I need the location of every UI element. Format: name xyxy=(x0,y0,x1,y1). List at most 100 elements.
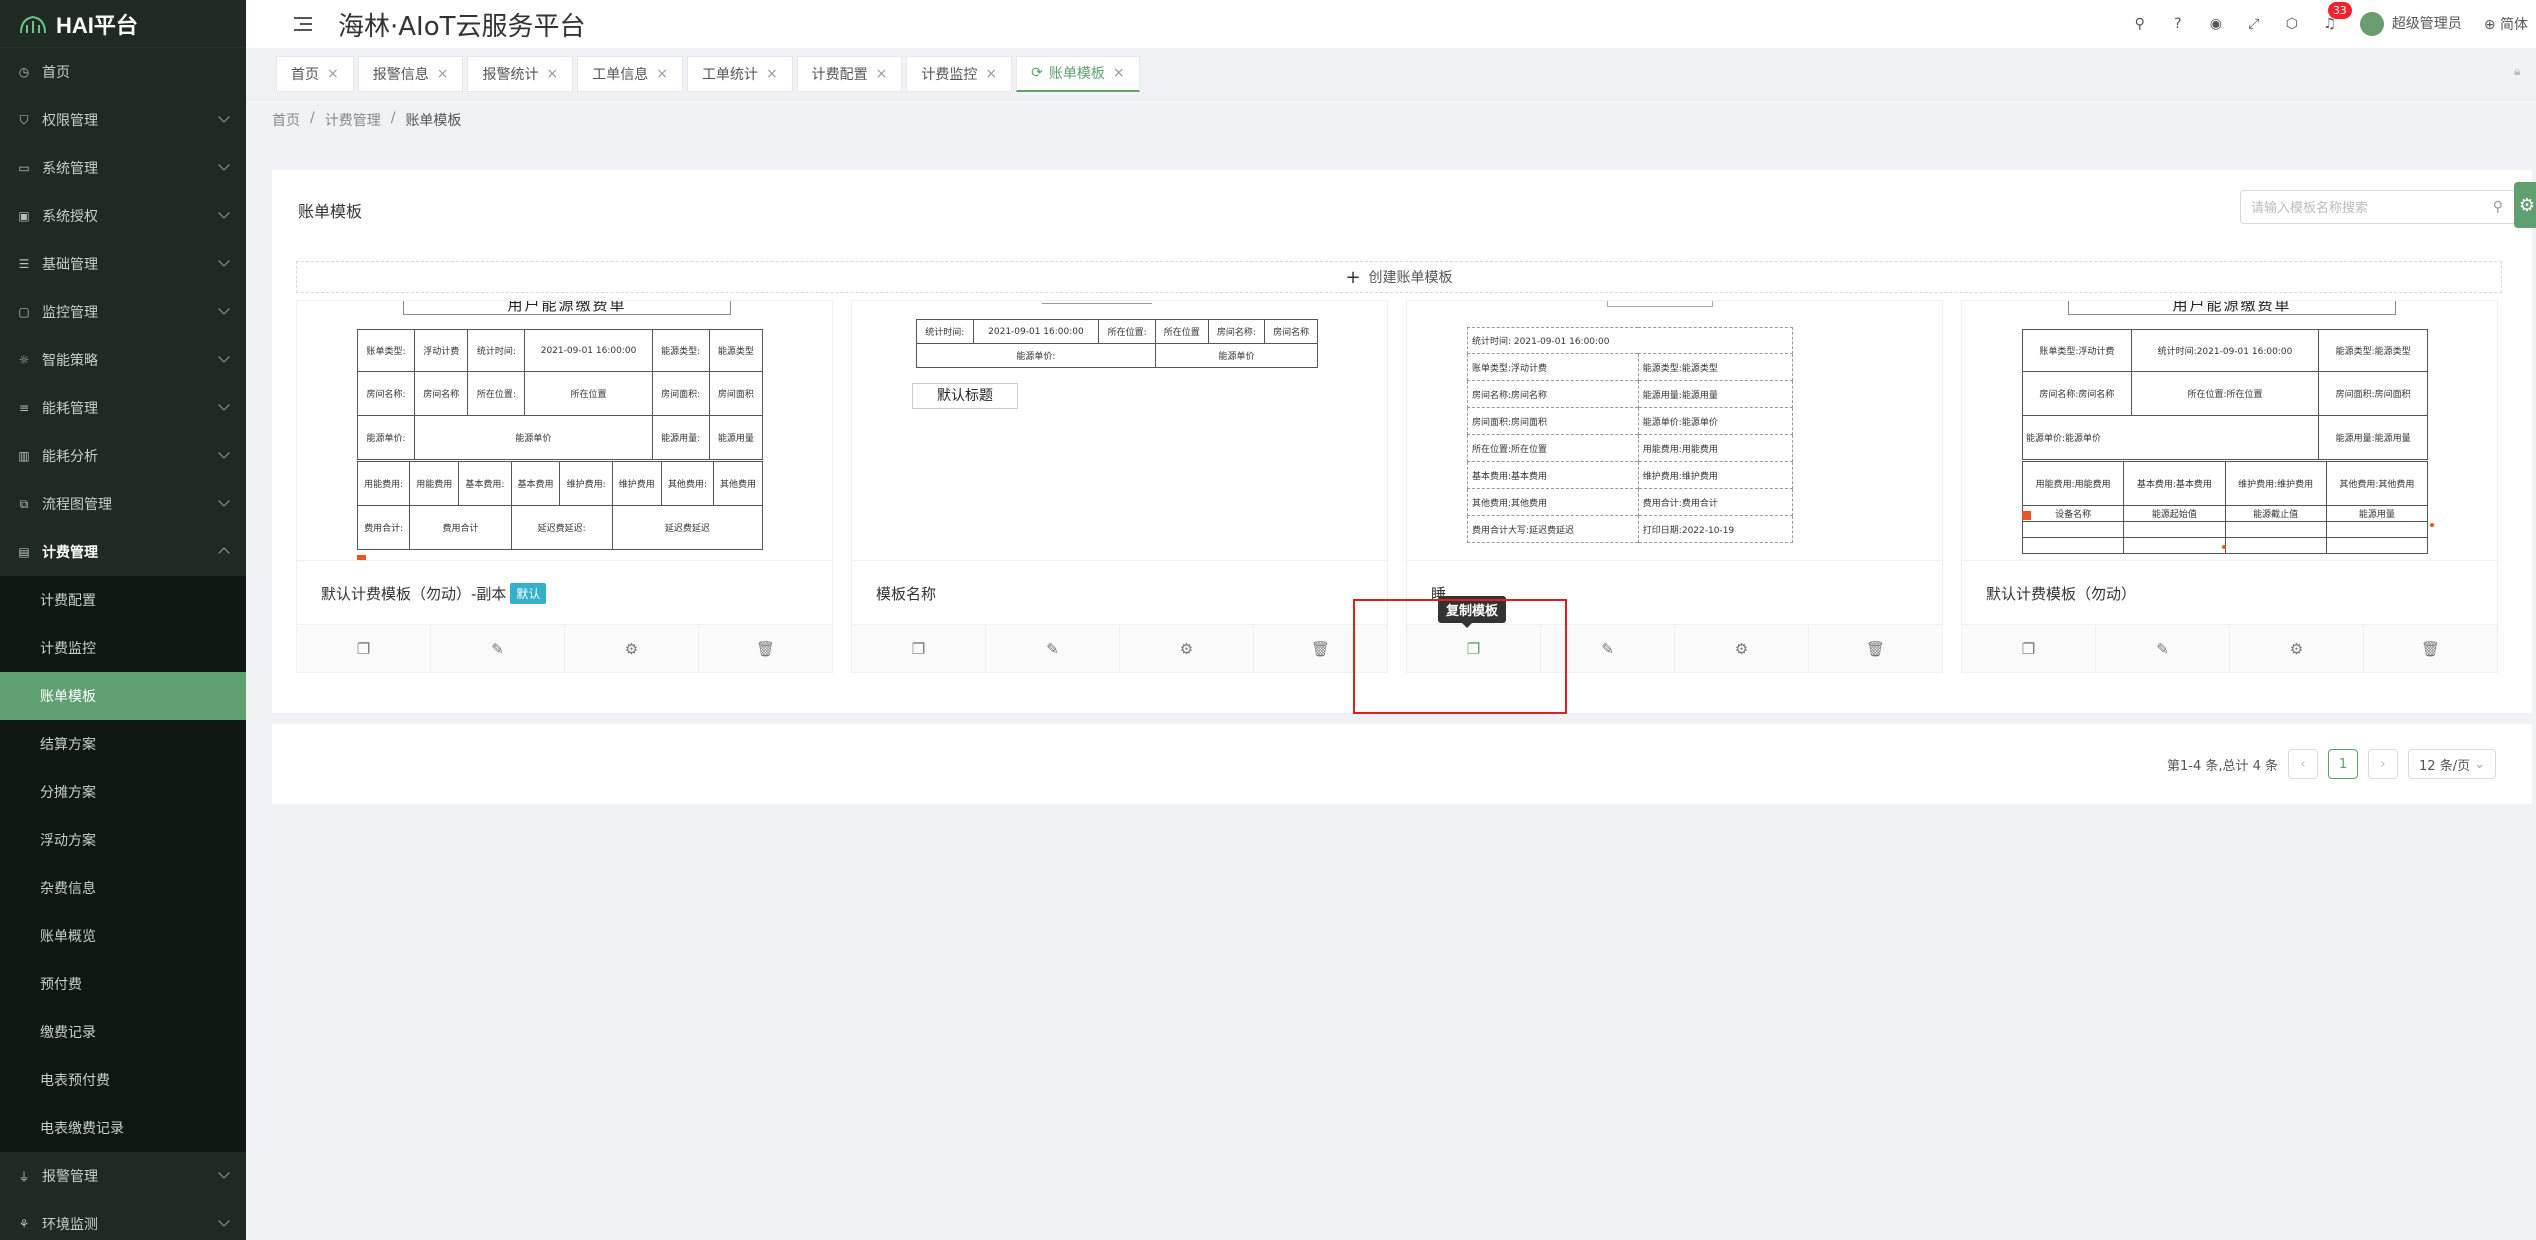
sidebar-item-license[interactable]: ▣ 系统授权 xyxy=(0,192,246,240)
prev-page-button[interactable]: ‹ xyxy=(2288,749,2319,779)
next-page-button[interactable]: › xyxy=(2368,749,2399,779)
sidebar-subitem-prepaid[interactable]: 预付费 xyxy=(0,960,246,1008)
chevron-up-icon xyxy=(218,547,230,559)
preview-text: 权限管理 xyxy=(42,113,98,129)
bell-icon[interactable]: ♫ 33 xyxy=(2322,2,2352,32)
lock-icon[interactable]: 🔒︎ xyxy=(2514,64,2528,78)
edit-template-button[interactable]: ✎ xyxy=(2096,625,2230,672)
sidebar-subitem-bill-template[interactable]: 账单模板 xyxy=(0,672,246,720)
logo[interactable]: HAI平台 xyxy=(0,0,246,48)
sidebar-item-permission[interactable]: ⛉ 权限管理 xyxy=(0,96,246,144)
gear-icon: ⚙ xyxy=(1734,639,1749,658)
refresh-icon[interactable]: ⟳ xyxy=(1031,65,1043,81)
delete-template-button[interactable]: 🗑︎ xyxy=(2364,625,2497,672)
copy-template-button[interactable]: ❐ xyxy=(1962,625,2096,672)
preview-text: 能源用量 xyxy=(1681,390,1718,401)
sidebar-item-analysis[interactable]: ▥ 能耗分析 xyxy=(0,432,246,480)
cube-icon[interactable]: ⬡ xyxy=(2284,16,2300,32)
sidebar-subitem-misc-fee[interactable]: 杂费信息 xyxy=(0,864,246,912)
page-size-select[interactable]: 12 条/页 ⌄ xyxy=(2408,749,2496,779)
tab-home[interactable]: 首页 × xyxy=(276,55,354,92)
close-icon[interactable]: × xyxy=(656,66,668,82)
search-icon[interactable]: ⚲ xyxy=(2493,199,2503,215)
close-icon[interactable]: × xyxy=(1113,65,1125,81)
template-card[interactable]: 用户能源缴费单 账单类型:浮动计费统计时间:2021-09-01 16:00:0… xyxy=(1961,300,2498,673)
user-menu[interactable]: 超级管理员 xyxy=(2359,12,2462,36)
preview-cell: 房间面积 xyxy=(708,371,764,416)
preview-cell: 延迟费延迟: xyxy=(510,505,613,550)
preview-text: 能源单价 xyxy=(2065,434,2102,444)
menu-toggle-icon[interactable] xyxy=(294,12,318,36)
settings-template-button[interactable]: ⚙ xyxy=(1675,625,1809,672)
tab-billing-monitor[interactable]: 计费监控 × xyxy=(906,55,1013,92)
close-icon[interactable]: × xyxy=(985,66,997,82)
preview-text: 默认计费模板（勿动）-副本 xyxy=(321,585,507,603)
template-card[interactable]: 用户能源缴费单 账单类型:浮动计费统计时间:2021-09-01 16:00:0… xyxy=(296,300,833,673)
delete-template-button[interactable]: 🗑︎ xyxy=(1809,625,1942,672)
close-icon[interactable]: × xyxy=(546,66,558,82)
resize-handle xyxy=(2222,545,2226,549)
create-template-button[interactable]: + 创建账单模板 xyxy=(296,261,2502,293)
list-icon: ≡ xyxy=(18,401,30,415)
breadcrumb-item[interactable]: 首页 xyxy=(272,110,300,130)
sidebar-item-strategy[interactable]: ☼ 智能策略 xyxy=(0,336,246,384)
sidebar-subitem-billing-config[interactable]: 计费配置 xyxy=(0,576,246,624)
close-icon[interactable]: × xyxy=(437,66,449,82)
sidebar-item-alarm[interactable]: ⏚ 报警管理 xyxy=(0,1152,246,1200)
settings-template-button[interactable]: ⚙ xyxy=(2230,625,2364,672)
settings-template-button[interactable]: ⚙ xyxy=(565,625,699,672)
sidebar-subitem-payment-record[interactable]: 缴费记录 xyxy=(0,1008,246,1056)
sidebar-subitem-billing-monitor[interactable]: 计费监控 xyxy=(0,624,246,672)
sidebar-item-system[interactable]: ▭ 系统管理 xyxy=(0,144,246,192)
tab-workorder-stats[interactable]: 工单统计 × xyxy=(686,55,793,92)
tab-alarm-stats[interactable]: 报警统计 × xyxy=(467,55,574,92)
edit-template-button[interactable]: ✎ xyxy=(431,625,565,672)
sidebar-subitem-allocation[interactable]: 分摊方案 xyxy=(0,768,246,816)
settings-template-button[interactable]: ⚙ xyxy=(1120,625,1254,672)
chevron-down-icon: ⌄ xyxy=(2474,756,2485,772)
sidebar-subitem-meter-payment[interactable]: 电表缴费记录 xyxy=(0,1104,246,1152)
github-icon[interactable]: ◉ xyxy=(2208,16,2224,32)
language-switch[interactable]: ⊕ 简体 xyxy=(2484,14,2528,34)
sidebar-item-energy[interactable]: ≡ 能耗管理 xyxy=(0,384,246,432)
sidebar-subitem-settlement[interactable]: 结算方案 xyxy=(0,720,246,768)
card-actions: ❐ ✎ ⚙ 🗑︎ xyxy=(852,624,1387,672)
template-card[interactable]: 统计时间: 2021-09-01 16:00:00 所在位置: 所在位置 房间名称: 房间… xyxy=(851,300,1388,673)
search-icon[interactable]: ⚲ xyxy=(2132,16,2148,32)
preview-text: 账单模板 xyxy=(1048,66,1105,82)
preview-cell xyxy=(2325,521,2429,538)
search-box[interactable]: ⚲ xyxy=(2240,190,2516,224)
preview-cell: 能源单价: xyxy=(916,343,1156,368)
page-number-button[interactable]: 1 xyxy=(2328,749,2359,779)
sidebar-subitem-meter-prepaid[interactable]: 电表预付费 xyxy=(0,1056,246,1104)
close-icon[interactable]: × xyxy=(327,66,339,82)
sidebar-item-home[interactable]: ◷ 首页 xyxy=(0,48,246,96)
tab-billing-config[interactable]: 计费配置 × xyxy=(796,55,903,92)
edit-template-button[interactable]: ✎ xyxy=(986,625,1120,672)
tab-bill-template[interactable]: ⟳ 账单模板 × xyxy=(1016,55,1140,92)
settings-float-icon[interactable]: ⚙ xyxy=(2514,182,2536,228)
preview-table: 账单类型:浮动计费统计时间:2021-09-01 16:00:00能源类型:能源… xyxy=(2021,329,2428,460)
fullscreen-icon[interactable]: ⤢ xyxy=(2246,16,2262,32)
copy-template-button[interactable]: ❐ xyxy=(297,625,431,672)
help-icon[interactable]: ? xyxy=(2170,16,2186,32)
copy-template-button[interactable]: ❐ xyxy=(852,625,986,672)
sidebar-item-monitor[interactable]: ▢ 监控管理 xyxy=(0,288,246,336)
sidebar-item-environment[interactable]: ⚘ 环境监测 xyxy=(0,1200,246,1240)
search-input[interactable] xyxy=(2241,191,2471,223)
sidebar-item-flow[interactable]: ⧉ 流程图管理 xyxy=(0,480,246,528)
delete-template-button[interactable]: 🗑︎ xyxy=(699,625,832,672)
top-header: 海林·AIoT云服务平台 ⚲ ? ◉ ⤢ ⬡ ♫ 33 超级管理员 ⊕ 简体 xyxy=(246,0,2536,48)
sidebar-subitem-float[interactable]: 浮动方案 xyxy=(0,816,246,864)
tab-workorder-info[interactable]: 工单信息 × xyxy=(577,55,683,92)
preview-cell: 基本费用:基本费用 xyxy=(1467,461,1639,489)
close-icon[interactable]: × xyxy=(766,66,778,82)
sidebar-item-basic[interactable]: ☰ 基础管理 xyxy=(0,240,246,288)
sidebar-item-billing[interactable]: ▤ 计费管理 xyxy=(0,528,246,576)
logo-icon xyxy=(20,15,46,33)
preview-text: 所在位置 xyxy=(1511,444,1548,455)
breadcrumb-item[interactable]: 计费管理 xyxy=(325,110,381,130)
close-icon[interactable]: × xyxy=(876,66,888,82)
tab-alarm-info[interactable]: 报警信息 × xyxy=(357,55,464,92)
sidebar-subitem-bill-overview[interactable]: 账单概览 xyxy=(0,912,246,960)
